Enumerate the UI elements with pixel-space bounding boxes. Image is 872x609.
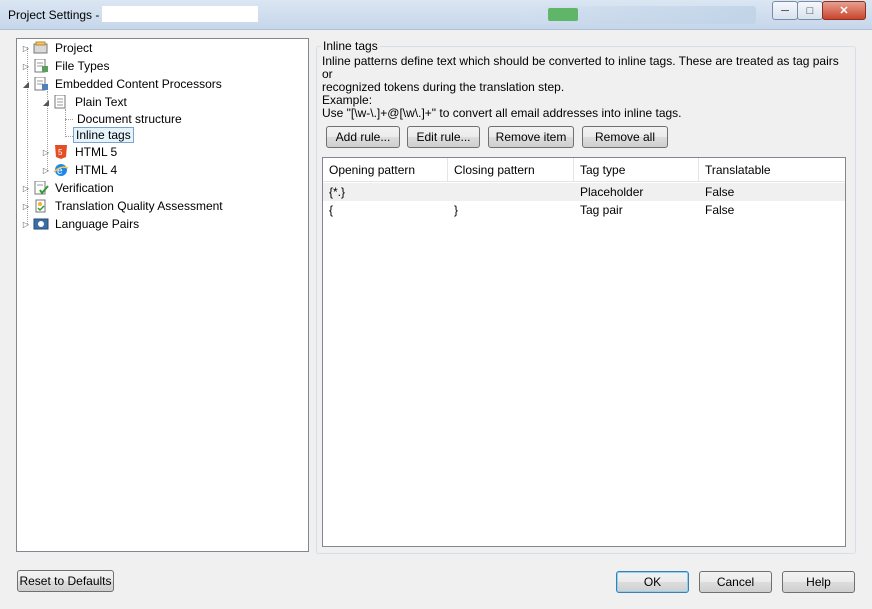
ok-button[interactable]: OK [616, 571, 689, 593]
add-rule-button[interactable]: Add rule... [326, 126, 400, 148]
tree-item-label: Project [55, 41, 93, 55]
ie-icon: e [53, 163, 69, 177]
tree-item-label: File Types [55, 59, 110, 73]
expand-arrow-icon[interactable]: ▷ [21, 184, 31, 193]
minimize-button[interactable]: ─ [772, 1, 798, 20]
tree-item-language-pairs[interactable]: ▷ Language Pairs [21, 216, 141, 232]
expand-arrow-icon[interactable]: ▷ [41, 166, 51, 175]
expand-arrow-icon[interactable]: ▷ [21, 202, 31, 211]
expand-arrow-icon[interactable]: ▷ [41, 148, 51, 157]
tree-item-label: Document structure [77, 112, 182, 126]
table-row[interactable]: {*.} Placeholder False [323, 183, 845, 201]
collapse-arrow-icon[interactable]: ◢ [41, 98, 51, 107]
redacted-project-name [102, 6, 258, 22]
maximize-button[interactable]: □ [797, 1, 823, 20]
cell-translatable: False [705, 185, 735, 199]
tree-item-embedded-content-processors[interactable]: ◢ Embedded Content Processors [21, 76, 224, 92]
table-header: Opening pattern Closing pattern Tag type… [323, 158, 845, 182]
processors-icon [33, 76, 49, 91]
table-row[interactable]: { } Tag pair False [323, 201, 845, 219]
cell-tag-type: Tag pair [580, 203, 623, 217]
tree-item-label: Language Pairs [55, 217, 140, 231]
cell-translatable: False [705, 203, 735, 217]
tree-item-inline-tags[interactable]: Inline tags [73, 127, 134, 143]
expand-arrow-icon[interactable]: ▷ [21, 44, 31, 53]
description-line: recognized tokens during the translation… [322, 80, 565, 94]
tree-item-label: Plain Text [75, 95, 127, 109]
column-header-tag-type[interactable]: Tag type [574, 158, 699, 182]
cancel-button[interactable]: Cancel [699, 571, 772, 593]
description-line: Inline patterns define text which should… [322, 54, 839, 81]
tree-item-file-types[interactable]: ▷ File Types [21, 58, 111, 74]
column-header-closing-pattern[interactable]: Closing pattern [448, 158, 574, 182]
title-bar: Project Settings - ─ □ ✕ [0, 0, 872, 30]
cell-opening: { [329, 203, 334, 217]
close-icon: ✕ [839, 5, 849, 17]
tree-item-label: HTML 4 [75, 163, 118, 177]
rules-table[interactable]: Opening pattern Closing pattern Tag type… [322, 157, 846, 547]
window-title: Project Settings - [8, 8, 100, 22]
description: Inline patterns define text which should… [322, 55, 842, 120]
group-title: Inline tags [321, 39, 380, 53]
tree-item-html4[interactable]: ▷ e HTML 4 [41, 162, 119, 178]
maximize-icon: □ [806, 4, 814, 17]
tree-item-label: Inline tags [73, 127, 134, 143]
edit-rule-button[interactable]: Edit rule... [407, 126, 480, 148]
document-icon [53, 94, 69, 109]
minimize-icon: ─ [781, 4, 789, 17]
tree-item-project[interactable]: ▷ Project [21, 40, 94, 56]
remove-all-button[interactable]: Remove all [582, 126, 668, 148]
cell-closing: } [454, 203, 459, 217]
cell-tag-type: Placeholder [580, 185, 644, 199]
help-button[interactable]: Help [782, 571, 855, 593]
svg-text:5: 5 [58, 148, 63, 157]
tree-item-label: HTML 5 [75, 145, 118, 159]
tree-item-label: Translation Quality Assessment [55, 199, 223, 213]
column-header-opening-pattern[interactable]: Opening pattern [323, 158, 448, 182]
tree-item-verification[interactable]: ▷ Verification [21, 180, 116, 196]
collapse-arrow-icon[interactable]: ◢ [21, 80, 31, 89]
quality-icon [33, 199, 49, 213]
description-line: Use "[\w-\.]+@[\w\.]+" to convert all em… [322, 106, 682, 120]
tree-item-label: Verification [55, 181, 114, 195]
language-pairs-icon [33, 217, 49, 231]
close-button[interactable]: ✕ [822, 1, 866, 20]
verification-icon [33, 180, 49, 195]
background-taskbar-blur [520, 6, 756, 24]
reset-to-defaults-button[interactable]: Reset to Defaults [17, 570, 114, 592]
remove-item-button[interactable]: Remove item [488, 126, 574, 148]
expand-arrow-icon[interactable]: ▷ [21, 62, 31, 71]
expand-arrow-icon[interactable]: ▷ [21, 220, 31, 229]
settings-tree[interactable]: ▷ Project ▷ File Types ◢ Embedded Conten… [16, 38, 309, 552]
cell-opening: {*.} [329, 185, 346, 199]
tree-item-plain-text[interactable]: ◢ Plain Text [41, 94, 129, 110]
column-header-translatable[interactable]: Translatable [699, 158, 845, 182]
html5-icon: 5 [53, 145, 69, 159]
tree-item-label: Embedded Content Processors [55, 77, 222, 91]
cell-closing [448, 183, 454, 201]
tree-item-document-structure[interactable]: Document structure [75, 111, 184, 127]
project-icon [33, 41, 49, 55]
tree-item-html5[interactable]: ▷ 5 HTML 5 [41, 144, 119, 160]
file-types-icon [33, 58, 49, 73]
tree-item-translation-quality-assessment[interactable]: ▷ Translation Quality Assessment [21, 198, 225, 214]
